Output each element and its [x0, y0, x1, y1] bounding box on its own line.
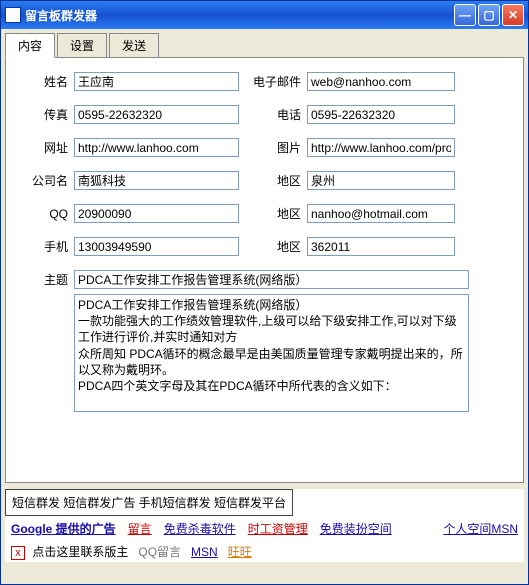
wangwang-link[interactable]: 旺旺	[228, 543, 252, 560]
google-ads-label[interactable]: Google 提供的广告	[11, 520, 116, 537]
region-input[interactable]	[307, 171, 455, 190]
region2-label: 地区	[249, 205, 301, 222]
ad-link-5[interactable]: 个人空间MSN	[443, 520, 518, 537]
mobile-input[interactable]	[74, 237, 239, 256]
tab-send[interactable]: 发送	[109, 33, 159, 57]
contact-text: 点击这里联系版主	[32, 545, 128, 559]
company-input[interactable]	[74, 171, 239, 190]
maximize-button[interactable]: ▢	[478, 4, 500, 26]
tab-strip: 内容 设置 发送	[1, 29, 528, 57]
region-label: 地区	[249, 172, 301, 189]
email-label: 电子邮件	[249, 73, 301, 90]
ad-topbox: 短信群发 短信群发广告 手机短信群发 短信群发平台	[5, 489, 293, 516]
name-label: 姓名	[14, 73, 68, 90]
minimize-button[interactable]: —	[454, 4, 476, 26]
ad-bar: 短信群发 短信群发广告 手机短信群发 短信群发平台 Google 提供的广告 留…	[5, 489, 524, 562]
tab-content[interactable]: 内容	[5, 33, 55, 58]
subject-label: 主题	[14, 271, 68, 288]
ad-link-3[interactable]: 时工资管理	[248, 520, 308, 537]
form-panel: 姓名 电子邮件 传真 电话 网址 图片 公司名 地区 QQ 地区	[5, 57, 524, 483]
body-textarea[interactable]	[74, 294, 469, 412]
mobile-label: 手机	[14, 238, 68, 255]
region2-input[interactable]	[307, 204, 455, 223]
window-title: 留言板群发器	[25, 7, 454, 24]
company-label: 公司名	[14, 172, 68, 189]
qq-msg-link[interactable]: QQ留言	[138, 543, 181, 560]
titlebar[interactable]: 留言板群发器 — ▢ ✕	[1, 1, 528, 29]
subject-input[interactable]	[74, 270, 469, 289]
ad-link-4[interactable]: 免费装扮空间	[320, 520, 392, 537]
error-icon: x	[11, 546, 25, 560]
bottom-row: x 点击这里联系版主 QQ留言 MSN 旺旺	[5, 541, 524, 562]
qq-label: QQ	[14, 207, 68, 221]
qq-input[interactable]	[74, 204, 239, 223]
window-controls: — ▢ ✕	[454, 4, 524, 26]
fax-label: 传真	[14, 106, 68, 123]
fax-input[interactable]	[74, 105, 239, 124]
phone-label: 电话	[249, 106, 301, 123]
region3-input[interactable]	[307, 237, 455, 256]
contact-owner[interactable]: x 点击这里联系版主	[11, 543, 128, 560]
ad-link-1[interactable]: 留言	[128, 520, 152, 537]
name-input[interactable]	[74, 72, 239, 91]
pic-label: 图片	[249, 139, 301, 156]
close-button[interactable]: ✕	[502, 4, 524, 26]
ad-links-row: Google 提供的广告 留言 免费杀毒软件 时工资管理 免费装扮空间 个人空间…	[5, 516, 524, 541]
tab-settings[interactable]: 设置	[57, 33, 107, 57]
url-input[interactable]	[74, 138, 239, 157]
app-window: 留言板群发器 — ▢ ✕ 内容 设置 发送 姓名 电子邮件 传真 电话 网址 图…	[0, 0, 529, 585]
phone-input[interactable]	[307, 105, 455, 124]
email-input[interactable]	[307, 72, 455, 91]
msn-link[interactable]: MSN	[191, 545, 218, 559]
ad-link-2[interactable]: 免费杀毒软件	[164, 520, 236, 537]
url-label: 网址	[14, 139, 68, 156]
app-icon	[5, 7, 21, 23]
region3-label: 地区	[249, 238, 301, 255]
pic-input[interactable]	[307, 138, 455, 157]
